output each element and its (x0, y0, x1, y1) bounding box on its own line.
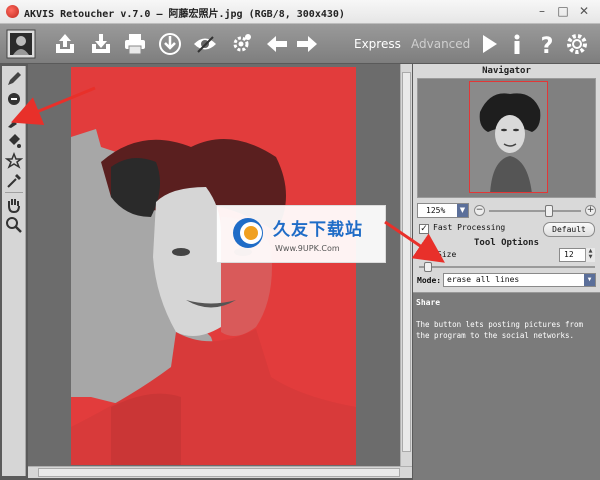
brush-tool-icon[interactable] (5, 112, 23, 130)
title-bar: AKVIS Retoucher v.7.0 — 阿藤宏照片.jpg (RGB/8… (0, 0, 600, 24)
help-area: Share The button lets posting pictures f… (413, 292, 600, 480)
right-panel: Navigator 125% ▼ − + ✓ Fast Processing D… (413, 64, 600, 480)
preset-icon[interactable] (192, 31, 218, 57)
vertical-scrollbar[interactable] (400, 64, 412, 468)
navigator-preview[interactable] (417, 78, 596, 198)
zoom-in-button[interactable]: + (585, 205, 596, 216)
tool-options-title: Tool Options (473, 238, 540, 248)
restore-button[interactable]: □ (555, 3, 571, 19)
default-button[interactable]: Default (543, 222, 595, 237)
tools-divider (5, 192, 23, 193)
horizontal-scrollbar[interactable] (28, 466, 412, 478)
watermark-url: Www.9UPK.Com (275, 244, 340, 253)
zoom-slider-track[interactable] (489, 210, 581, 212)
eyedropper-tool-icon[interactable] (5, 172, 23, 190)
zoom-tool-icon[interactable] (5, 216, 23, 234)
zoom-row: 125% ▼ − + (417, 202, 596, 220)
akvis-logo-icon (6, 5, 19, 18)
app-window: AKVIS Retoucher v.7.0 — 阿藤宏照片.jpg (RGB/8… (0, 0, 600, 480)
mode-advanced-tab[interactable]: Advanced (411, 37, 470, 51)
hand-tool-icon[interactable] (5, 196, 23, 214)
mode-dropdown-arrow-icon[interactable]: ▼ (584, 274, 595, 286)
zoom-out-button[interactable]: − (474, 205, 485, 216)
forward-arrow-icon[interactable] (294, 31, 320, 57)
save-icon[interactable] (88, 31, 114, 57)
photo-image[interactable] (71, 67, 356, 465)
back-arrow-icon[interactable] (264, 31, 290, 57)
vertical-scroll-thumb[interactable] (402, 72, 411, 452)
watermark-overlay: 久友下载站 Www.9UPK.Com (216, 205, 386, 263)
image-canvas[interactable] (28, 64, 412, 468)
svg-text:?: ? (541, 34, 554, 57)
share-icon[interactable] (157, 31, 183, 57)
portrait-logo-icon (6, 29, 36, 59)
magic-tool-icon[interactable] (4, 151, 24, 170)
mode-select-value: erase all lines (447, 275, 520, 284)
info-icon[interactable] (504, 31, 530, 57)
size-slider-track[interactable] (419, 266, 595, 268)
fast-processing-label: Fast Processing (433, 223, 506, 232)
fast-processing-checkbox[interactable]: ✓ (419, 224, 429, 234)
preferences-icon[interactable] (564, 31, 590, 57)
eraser-tool-icon[interactable] (5, 90, 23, 108)
close-button[interactable]: ✕ (576, 3, 592, 19)
mode-express-tab[interactable]: Express (354, 37, 401, 51)
help-title: Share (416, 298, 441, 307)
size-spinner[interactable]: ▲ ▼ (585, 248, 595, 262)
run-icon[interactable] (476, 31, 502, 57)
help-description: The button lets posting pictures from th… (416, 320, 584, 340)
main-toolbar: Express Advanced ? (0, 24, 600, 64)
help-icon[interactable]: ? (534, 31, 560, 59)
size-slider-handle[interactable] (423, 262, 432, 272)
navigator-title: Navigator (482, 66, 531, 76)
zoom-dropdown-arrow-icon[interactable]: ▼ (457, 204, 468, 217)
print-icon[interactable] (122, 31, 148, 57)
size-label: Size (437, 250, 457, 259)
window-title: AKVIS Retoucher v.7.0 — 阿藤宏照片.jpg (RGB/8… (24, 9, 345, 20)
fill-tool-icon[interactable] (5, 132, 23, 150)
zoom-slider-handle[interactable] (544, 205, 553, 217)
horizontal-scroll-thumb[interactable] (38, 468, 400, 477)
mode-label: Mode: (417, 276, 442, 285)
watermark-logo-icon (231, 216, 265, 250)
navigator-thumbnail[interactable] (469, 81, 548, 193)
pencil-tool-icon[interactable] (5, 70, 23, 88)
fast-processing-row: ✓ Fast Processing Default (417, 222, 596, 238)
mode-select[interactable]: erase all lines ▼ (443, 273, 596, 287)
settings-gear-icon[interactable] (228, 31, 254, 57)
open-icon[interactable] (52, 31, 78, 57)
watermark-site-name: 久友下载站 (273, 220, 363, 240)
tools-strip (2, 66, 26, 476)
minimize-button[interactable]: – (534, 3, 550, 19)
